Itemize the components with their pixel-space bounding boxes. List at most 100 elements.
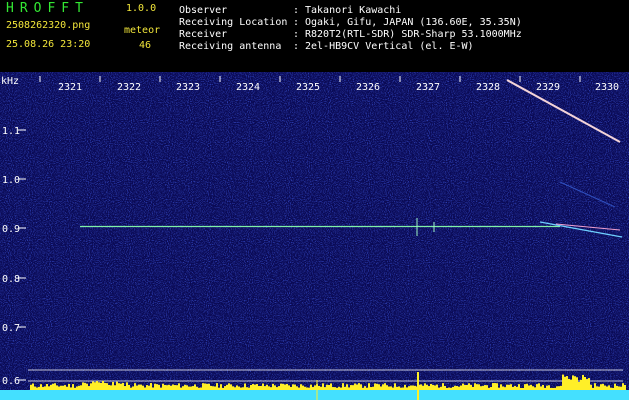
freq-label: 0.9 <box>2 224 20 235</box>
amplitude-bar <box>116 381 118 390</box>
amplitude-bar <box>578 381 580 390</box>
amplitude-bar <box>76 386 78 390</box>
amplitude-bar <box>244 383 246 390</box>
amplitude-bar <box>236 385 238 390</box>
amplitude-bar <box>554 387 556 390</box>
amplitude-bar <box>108 384 110 390</box>
amplitude-bar <box>32 383 34 390</box>
amplitude-bar <box>54 383 56 390</box>
amplitude-bar <box>338 386 340 390</box>
amplitude-bar <box>122 382 124 390</box>
amplitude-bar <box>580 379 582 390</box>
amplitude-bar <box>536 384 538 390</box>
amplitude-bar <box>346 384 348 390</box>
amplitude-bar <box>564 376 566 390</box>
amplitude-bar <box>104 382 106 390</box>
amplitude-bar <box>174 385 176 390</box>
amplitude-bar <box>414 385 416 390</box>
freq-label: 0.7 <box>2 323 20 334</box>
amplitude-bar <box>144 387 146 390</box>
amplitude-bar <box>614 383 616 390</box>
amplitude-bar <box>124 386 126 390</box>
amplitude-bar <box>284 384 286 390</box>
amplitude-bar <box>92 381 94 390</box>
amplitude-bar <box>490 387 492 390</box>
amplitude-bar <box>156 384 158 390</box>
amplitude-bar <box>438 387 440 390</box>
amplitude-bar <box>336 387 338 390</box>
amplitude-bar <box>562 374 564 390</box>
amplitude-bar <box>602 383 604 390</box>
amplitude-bar <box>248 387 250 390</box>
amplitude-bar <box>196 386 198 390</box>
amplitude-bar <box>368 383 370 390</box>
amplitude-bar <box>448 387 450 390</box>
amplitude-bar <box>272 383 274 390</box>
info-value: Ogaki, Gifu, JAPAN (136.60E, 35.35N) <box>305 17 522 28</box>
amplitude-bar <box>100 382 102 390</box>
amplitude-bar <box>354 383 356 390</box>
freq-label: 0.6 <box>2 376 20 387</box>
amplitude-bar <box>386 385 388 390</box>
amplitude-bar <box>600 384 602 390</box>
amplitude-bar <box>518 384 520 390</box>
amplitude-bar <box>440 386 442 390</box>
amplitude-bar <box>480 386 482 390</box>
amplitude-bar <box>216 383 218 390</box>
amplitude-bar <box>300 384 302 390</box>
amplitude-bar <box>40 384 42 390</box>
amplitude-bar <box>210 385 212 390</box>
amplitude-bar <box>526 383 528 390</box>
amplitude-bar <box>372 386 374 390</box>
time-label: 2323 <box>176 82 200 93</box>
amplitude-bar <box>590 384 592 390</box>
amplitude-bar <box>326 384 328 390</box>
amplitude-bar <box>36 387 38 390</box>
amplitude-bar <box>402 387 404 390</box>
amplitude-bar <box>348 387 350 390</box>
amplitude-bar <box>608 385 610 390</box>
info-value: Takanori Kawachi <box>305 5 402 16</box>
amplitude-bar <box>168 384 170 390</box>
amplitude-bar <box>30 384 32 390</box>
amplitude-bar <box>520 387 522 390</box>
amplitude-bar <box>150 383 152 390</box>
amplitude-bar <box>616 385 618 390</box>
amplitude-bar <box>38 386 40 390</box>
amplitude-bar <box>146 385 148 390</box>
amplitude-bar <box>290 386 292 390</box>
info-key: Receiving antenna <box>179 41 282 52</box>
amplitude-bar <box>394 383 396 390</box>
amplitude-bar <box>230 384 232 390</box>
amplitude-bar <box>226 384 228 390</box>
amplitude-bar <box>306 387 308 390</box>
amplitude-bar <box>496 383 498 390</box>
amplitude-bar <box>262 383 264 390</box>
amplitude-bar <box>180 387 182 390</box>
amplitude-bar <box>294 384 296 390</box>
amplitude-bar <box>410 385 412 390</box>
amplitude-bar <box>172 384 174 390</box>
amplitude-bar <box>176 385 178 390</box>
amplitude-bar <box>466 384 468 390</box>
amplitude-bar <box>432 384 434 390</box>
amplitude-bar <box>476 384 478 390</box>
amplitude-bar <box>324 387 326 390</box>
amplitude-bar <box>484 385 486 390</box>
amplitude-bar <box>136 385 138 390</box>
amplitude-bar <box>178 383 180 390</box>
amplitude-bar <box>350 385 352 390</box>
amplitude-bar <box>508 384 510 390</box>
amplitude-bar <box>434 385 436 390</box>
amplitude-bar <box>252 384 254 390</box>
amplitude-bar <box>258 386 260 390</box>
amplitude-bar <box>60 385 62 390</box>
amplitude-bar <box>584 377 586 390</box>
amplitude-bar <box>620 386 622 390</box>
amplitude-bar <box>62 385 64 390</box>
amplitude-bar <box>256 384 258 390</box>
amplitude-bar <box>140 384 142 390</box>
amplitude-bar <box>582 374 584 390</box>
amplitude-bar <box>458 386 460 390</box>
amplitude-bar <box>540 386 542 390</box>
